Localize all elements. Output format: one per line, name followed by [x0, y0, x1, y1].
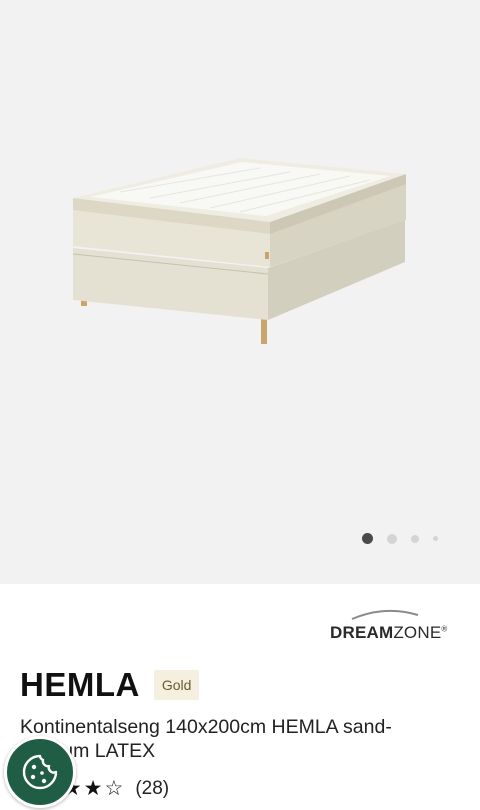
product-title-row: HEMLA Gold: [20, 666, 200, 704]
brand-logo[interactable]: DREAMZONE®: [330, 609, 460, 645]
gallery-dot-active[interactable]: [362, 533, 373, 544]
product-image[interactable]: [60, 150, 420, 350]
star-filled-icon: ★: [83, 777, 103, 800]
gallery-dot[interactable]: [433, 536, 438, 541]
cookie-icon: [22, 754, 58, 790]
brand-name: DREAMZONE®: [330, 623, 448, 642]
star-empty-icon: ☆: [104, 777, 124, 800]
gallery-dot[interactable]: [387, 533, 397, 544]
gallery-pagination[interactable]: [362, 533, 438, 544]
product-gallery[interactable]: [0, 0, 480, 584]
cookie-settings-button[interactable]: [4, 736, 76, 808]
swoosh-icon: [351, 609, 419, 620]
product-title: HEMLA: [20, 666, 140, 703]
tier-badge: Gold: [153, 670, 200, 700]
rating-count[interactable]: (28): [135, 778, 169, 800]
gallery-dot[interactable]: [411, 534, 419, 543]
product-description: Kontinentalseng 140x200cm HEMLA sand- Me…: [20, 716, 392, 762]
